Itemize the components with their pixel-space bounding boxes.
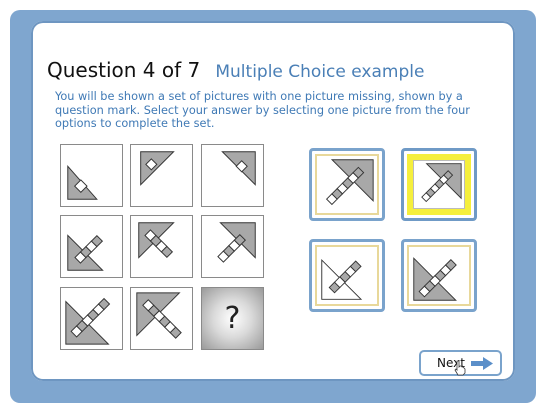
hand-cursor-icon <box>454 360 466 376</box>
option-picture <box>413 160 465 209</box>
grid-cell-2 <box>130 144 193 207</box>
instructions-text: You will be shown a set of pictures with… <box>55 90 470 130</box>
triangle-small-icon <box>221 151 256 186</box>
grid-cell-5 <box>130 215 193 278</box>
option-picture <box>315 245 379 306</box>
triangle-small-icon <box>67 165 98 200</box>
triangle-medium-icon <box>217 222 256 263</box>
grid-cell-4 <box>60 215 123 278</box>
option-picture <box>407 245 471 306</box>
grid-cell-3 <box>201 144 264 207</box>
triangle-medium-icon <box>138 222 175 259</box>
arrow-right-icon <box>471 357 493 370</box>
answer-option-4[interactable] <box>401 239 477 312</box>
triangle-medium-icon <box>67 234 104 271</box>
triangle-answer-icon <box>325 159 374 206</box>
grid-cell-6 <box>201 215 264 278</box>
grid-cell-1 <box>60 144 123 207</box>
option-selected-highlight <box>407 154 471 215</box>
question-number: Question 4 of 7 <box>47 58 201 82</box>
triangle-small-icon <box>140 151 175 186</box>
option-picture <box>315 154 379 215</box>
triangle-large-icon <box>136 292 182 339</box>
answer-option-2[interactable] <box>401 148 477 221</box>
answer-option-1[interactable] <box>309 148 385 221</box>
question-type: Multiple Choice example <box>215 62 425 82</box>
triangle-answer-icon <box>421 163 462 203</box>
page-title: Question 4 of 7 Multiple Choice example <box>47 58 424 82</box>
triangle-large-icon <box>65 297 111 345</box>
grid-cell-8 <box>130 287 193 350</box>
grid-cell-7 <box>60 287 123 350</box>
missing-picture-cell: ? <box>201 287 264 350</box>
triangle-outline-answer-icon <box>321 258 363 300</box>
answer-option-3[interactable] <box>309 239 385 312</box>
triangle-answer-icon <box>413 257 457 301</box>
question-mark: ? <box>224 301 241 336</box>
